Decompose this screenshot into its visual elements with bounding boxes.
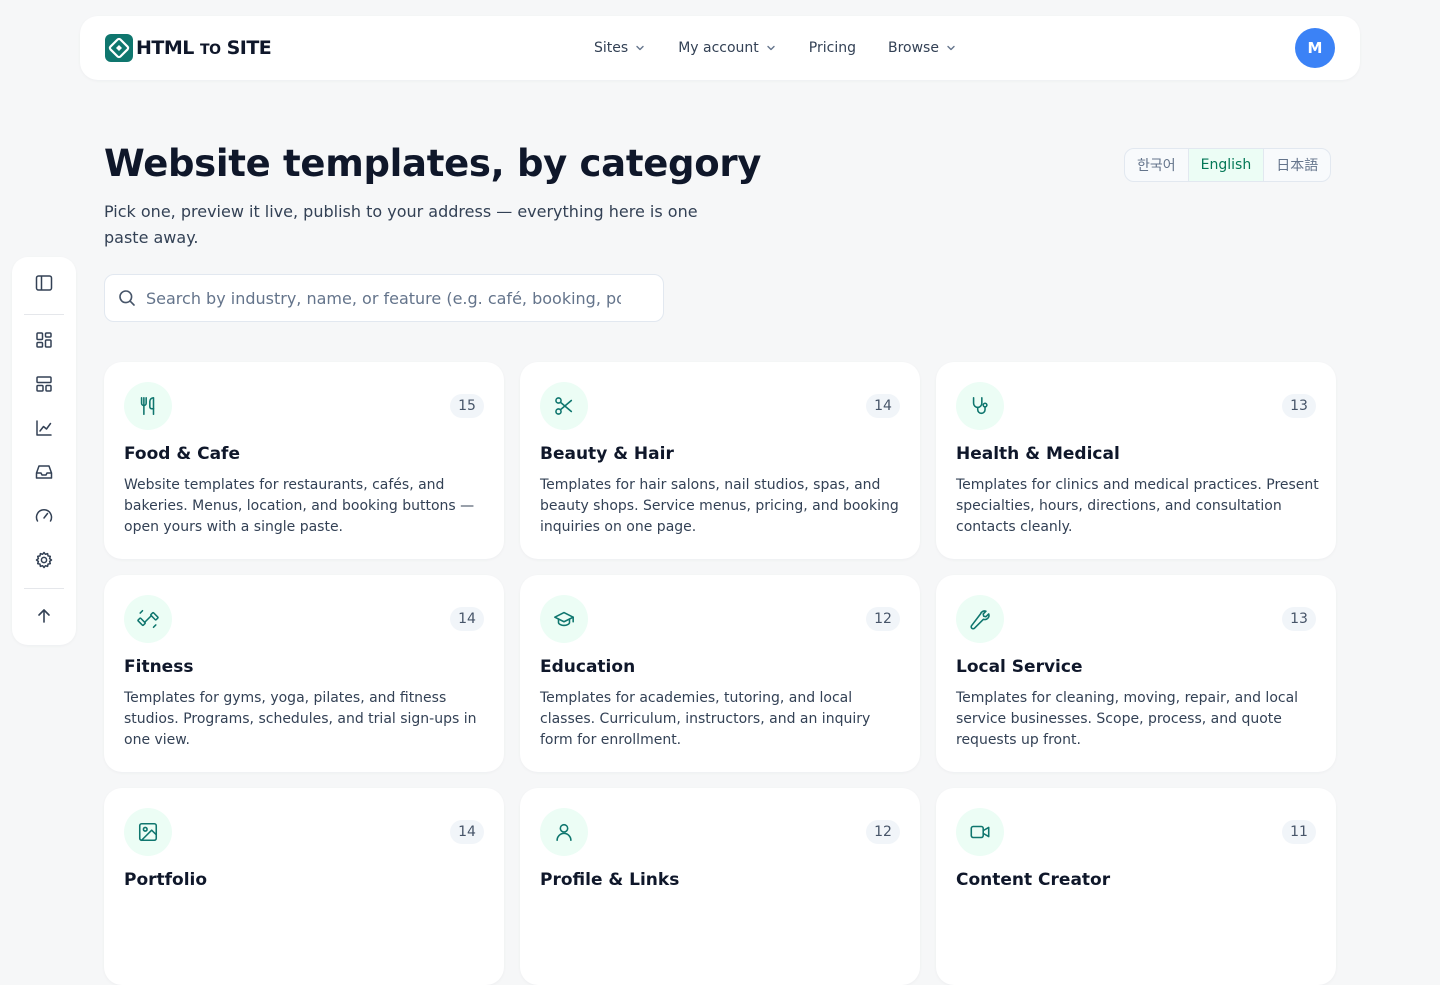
category-card-local-service[interactable]: 13 Local Service Templates for cleaning,… — [936, 575, 1336, 772]
category-card-food-cafe[interactable]: 15 Food & Cafe Website templates for res… — [104, 362, 504, 559]
category-description: Website templates for restaurants, cafés… — [124, 477, 475, 535]
gauge-icon[interactable] — [32, 504, 56, 528]
category-card-beauty-hair[interactable]: 14 Beauty & Hair Templates for hair salo… — [520, 362, 920, 559]
category-title: Fitness — [124, 657, 194, 677]
template-count-badge: 13 — [1282, 394, 1316, 418]
main-nav: Sites My account Pricing Browse — [594, 16, 989, 80]
template-count-badge: 13 — [1282, 607, 1316, 631]
category-card-profile-links[interactable]: 12 Profile & Links — [520, 788, 920, 985]
template-count-badge: 14 — [450, 820, 484, 844]
brand-name: HTML TO SITE — [136, 37, 272, 59]
language-switcher: 한국어 English 日本語 — [1124, 148, 1332, 182]
template-count-badge: 11 — [1282, 820, 1316, 844]
user-icon — [540, 808, 588, 856]
template-count-badge: 12 — [866, 607, 900, 631]
category-title: Beauty & Hair — [540, 444, 674, 464]
side-toolbar — [12, 257, 76, 645]
category-title: Profile & Links — [540, 870, 680, 890]
arrow-up-icon[interactable] — [32, 604, 56, 628]
image-icon — [124, 808, 172, 856]
template-count-badge: 14 — [450, 607, 484, 631]
chevron-down-icon — [947, 45, 955, 51]
dumbbell-icon — [124, 595, 172, 643]
template-count-badge: 14 — [866, 394, 900, 418]
category-title: Content Creator — [956, 870, 1111, 890]
dashboard-icon[interactable] — [32, 328, 56, 352]
category-card-fitness[interactable]: 14 Fitness Templates for gyms, yoga, pil… — [104, 575, 504, 772]
sidebar-divider — [24, 314, 64, 315]
category-description: Templates for hair salons, nail studios,… — [540, 477, 899, 535]
category-title: Education — [540, 657, 636, 677]
top-nav-bar: HTML TO SITE Sites My account Pricing Br… — [80, 16, 1360, 80]
brand-logo[interactable]: HTML TO SITE — [105, 34, 272, 62]
lang-english[interactable]: English — [1188, 149, 1265, 181]
nav-pricing[interactable]: Pricing — [809, 40, 856, 56]
nav-my-account[interactable]: My account — [678, 40, 777, 56]
lang-japanese[interactable]: 日本語 — [1264, 149, 1330, 181]
chevron-down-icon — [636, 45, 644, 51]
graduation-cap-icon — [540, 595, 588, 643]
video-icon — [956, 808, 1004, 856]
lang-korean[interactable]: 한국어 — [1125, 149, 1189, 181]
nav-browse[interactable]: Browse — [888, 40, 957, 56]
category-title: Portfolio — [124, 870, 208, 890]
chart-icon[interactable] — [32, 416, 56, 440]
logo-mark-icon — [105, 34, 133, 62]
search-icon — [119, 290, 135, 306]
inbox-icon[interactable] — [32, 460, 56, 484]
category-title: Food & Cafe — [124, 444, 240, 464]
category-card-education[interactable]: 12 Education Templates for academies, tu… — [520, 575, 920, 772]
user-avatar[interactable]: M — [1295, 28, 1335, 68]
nav-sites[interactable]: Sites — [594, 40, 646, 56]
category-card-portfolio[interactable]: 14 Portfolio — [104, 788, 504, 985]
sidebar-divider — [24, 588, 64, 589]
category-title: Health & Medical — [956, 444, 1120, 464]
search-input[interactable] — [146, 288, 621, 308]
category-card-health-medical[interactable]: 13 Health & Medical Templates for clinic… — [936, 362, 1336, 559]
template-count-badge: 15 — [450, 394, 484, 418]
panel-toggle-icon[interactable] — [32, 271, 56, 295]
search-box — [104, 274, 664, 322]
layout-icon[interactable] — [32, 372, 56, 396]
category-description: Templates for clinics and medical practi… — [956, 477, 1319, 535]
category-description: Templates for cleaning, moving, repair, … — [956, 690, 1299, 748]
category-description: Templates for academies, tutoring, and l… — [540, 690, 871, 748]
category-description: Templates for gyms, yoga, pilates, and f… — [124, 690, 477, 748]
settings-icon[interactable] — [32, 548, 56, 572]
template-count-badge: 12 — [866, 820, 900, 844]
page-title: Website templates, by category — [104, 142, 762, 185]
category-card-content-creator[interactable]: 11 Content Creator — [936, 788, 1336, 985]
utensils-icon — [124, 382, 172, 430]
wrench-icon — [956, 595, 1004, 643]
scissors-icon — [540, 382, 588, 430]
page-subtitle: Pick one, preview it live, publish to yo… — [104, 202, 698, 247]
chevron-down-icon — [767, 45, 775, 51]
stethoscope-icon — [956, 382, 1004, 430]
category-title: Local Service — [956, 657, 1083, 677]
